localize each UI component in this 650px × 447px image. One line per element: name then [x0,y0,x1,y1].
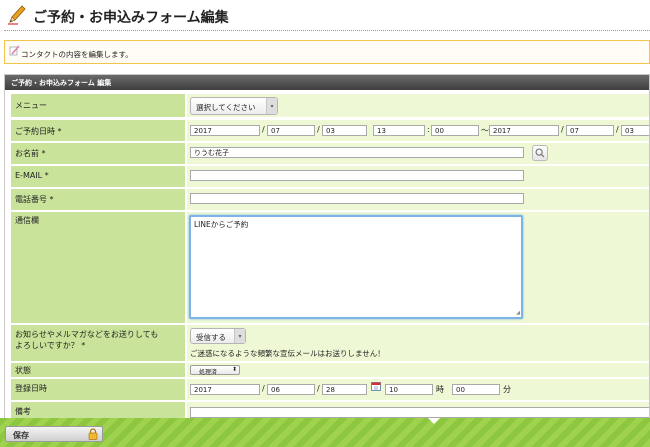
resize-grip-icon[interactable]: ◢ [516,310,520,316]
header-divider [4,30,650,31]
page-title: ご予約・お申込みフォーム編集 [33,10,229,26]
label-name: お名前 * [15,149,46,158]
name-input[interactable]: りうむ花子 [190,147,524,158]
info-box: コンタクトの内容を編集します。 [4,40,650,64]
phone-input[interactable] [190,193,524,204]
label-registered: 登録日時 [15,384,47,393]
row-registered: 登録日時 2017 / 06 / 28 10 時 00 分 [11,379,649,401]
row-message: 通信欄 LINEからご予約 ◢ [11,212,649,324]
row-newsletter: お知らせやメルマガなどをお送りしても よろしいですか？ * 受信する ▾ ご迷惑… [11,325,649,362]
newsletter-select[interactable]: 受信する ▾ [190,328,246,344]
minute-unit: 分 [503,385,511,394]
section-title: ご予約・お申込みフォーム 編集 [5,75,649,90]
start-minute-input[interactable]: 00 [431,125,479,136]
range-separator: ～ [481,126,489,135]
date-separator: / [262,125,265,134]
date-separator: / [317,125,320,134]
page-header: ご予約・お申込みフォーム編集 [0,0,650,30]
registered-minute-input[interactable]: 00 [452,384,500,395]
start-year-input[interactable]: 2017 [190,125,260,136]
label-phone: 電話番号 * [15,195,54,204]
start-month-input[interactable]: 07 [267,125,315,136]
email-input[interactable] [190,170,524,181]
label-newsletter-line1: お知らせやメルマガなどをお送りしても [15,330,159,339]
end-year-input[interactable]: 2017 [489,125,559,136]
newsletter-select-value: 受信する [196,333,226,342]
search-button[interactable] [532,145,548,161]
lock-icon [88,428,98,440]
pencil-icon [8,5,26,25]
footer-notch [428,418,440,424]
newsletter-note: ご迷惑になるような頻繁な宣伝メールはお送りしません！ [190,349,385,358]
date-separator: / [616,125,619,134]
label-message: 通信欄 [15,216,39,225]
chevron-down-icon: ▾ [266,98,277,114]
row-menu: メニュー 選択してください ▾ [11,94,649,118]
memo-icon [9,45,20,56]
date-separator: / [561,125,564,134]
start-hour-input[interactable]: 13 [373,125,425,136]
chevron-down-icon: ▾ [234,329,245,343]
date-separator: / [317,384,320,393]
registered-hour-input[interactable]: 10 [385,384,433,395]
save-label: 保存 [13,431,29,440]
start-day-input[interactable]: 03 [322,125,367,136]
magnifier-icon [535,148,545,158]
row-name: お名前 * りうむ花子 [11,143,649,165]
info-text: コンタクトの内容を編集します。 [21,50,133,59]
status-select[interactable]: 処理済 ⬍ [190,365,240,376]
hour-unit: 時 [436,385,444,394]
row-email: E-MAIL * [11,166,649,188]
message-text: LINEからご予約 [194,220,249,229]
status-select-value: 処理済 [199,369,218,376]
chevron-down-icon: ⬍ [231,366,237,373]
registered-month-input[interactable]: 06 [267,384,315,395]
label-email: E-MAIL * [15,171,49,180]
message-textarea[interactable]: LINEからご予約 ◢ [189,215,523,319]
time-separator: : [427,125,430,134]
registered-day-input[interactable]: 28 [322,384,367,395]
row-status: 状態 処理済 ⬍ [11,363,649,378]
end-day-input[interactable]: 03 [621,125,649,136]
row-phone: 電話番号 * [11,189,649,211]
label-reservation-date: ご予約日時 * [15,127,62,136]
label-menu: メニュー [15,101,47,110]
footer-bar: 保存 [0,418,650,447]
label-status: 状態 [15,366,31,375]
menu-select-value: 選択してください [196,103,256,112]
label-newsletter-line2: よろしいですか？ * [15,341,86,350]
label-remarks: 備考 [15,407,31,416]
end-month-input[interactable]: 07 [566,125,614,136]
menu-select[interactable]: 選択してください ▾ [190,97,278,115]
calendar-icon[interactable] [371,381,381,391]
date-separator: / [262,384,265,393]
form-section: ご予約・お申込みフォーム 編集 メニュー 選択してください ▾ ご予約日時 * … [4,74,650,424]
save-button[interactable]: 保存 [5,426,103,442]
row-reservation-date: ご予約日時 * 2017 / 07 / 03 13 : 00 ～ 2017 / … [11,120,649,142]
remarks-input[interactable] [190,407,649,418]
registered-year-input[interactable]: 2017 [190,384,260,395]
